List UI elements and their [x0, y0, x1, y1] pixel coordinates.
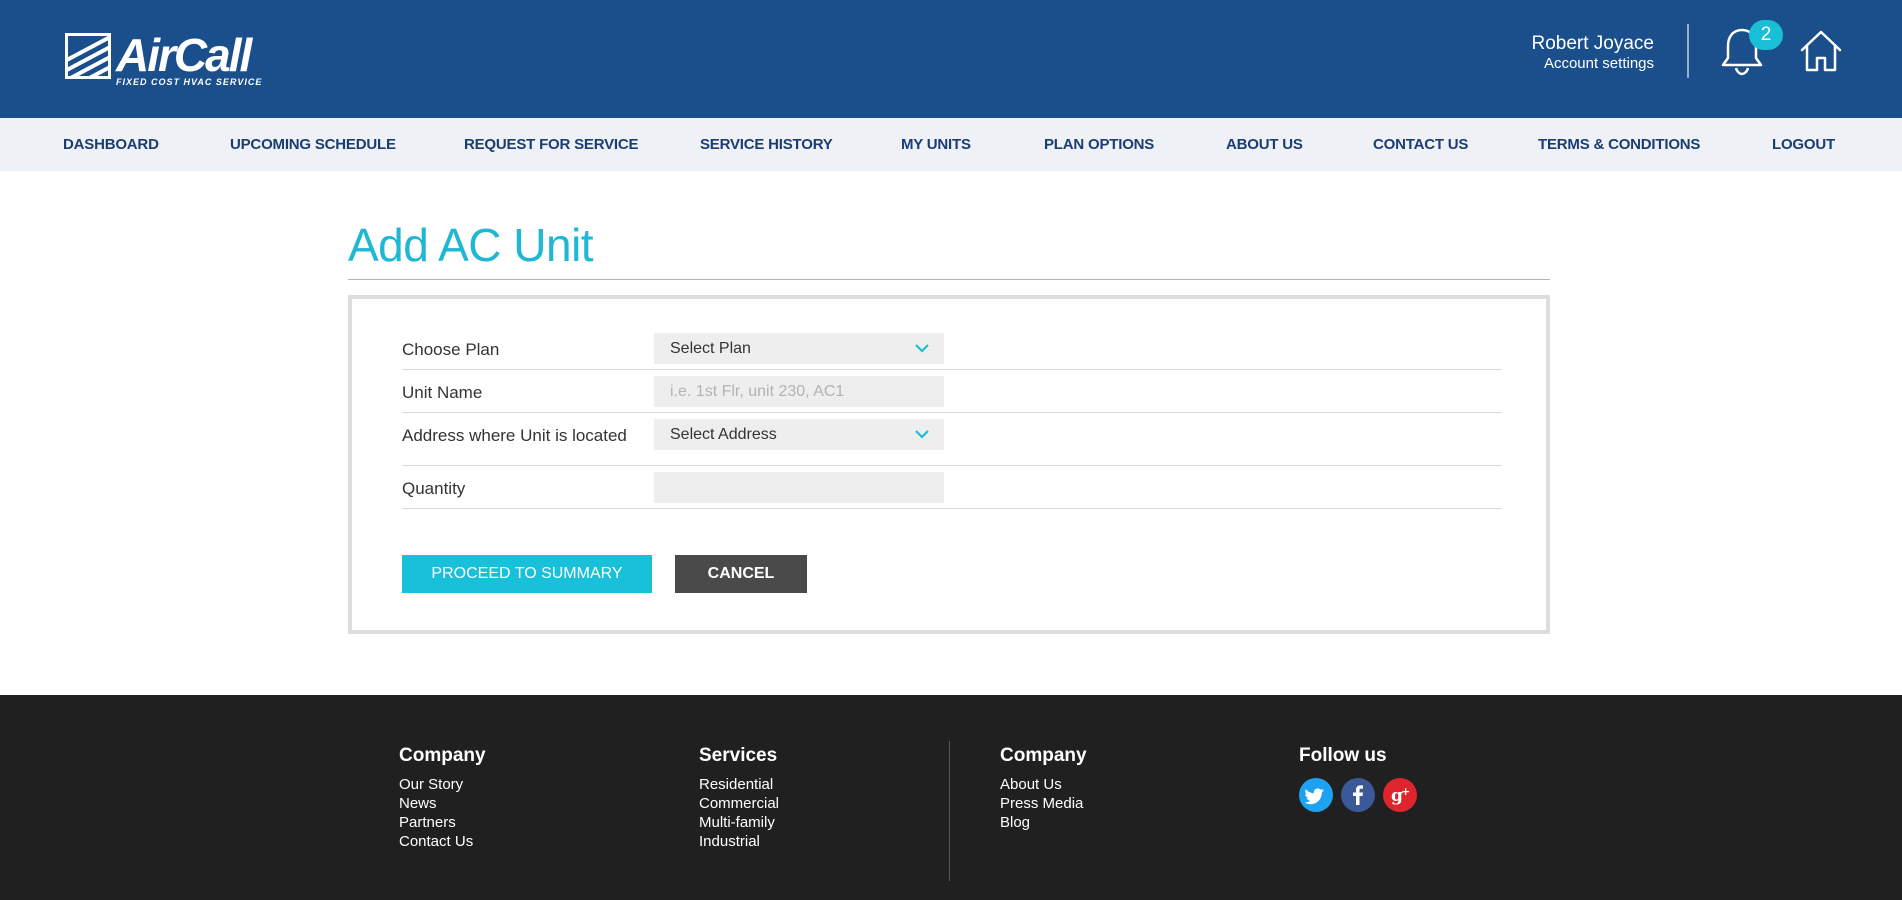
nav-terms-conditions[interactable]: TERMS & CONDITIONS — [1538, 118, 1700, 171]
brand-name: AirCall — [116, 29, 252, 81]
add-unit-form: Choose Plan Select Plan Unit Name Addres… — [348, 295, 1550, 634]
footer-services-column: Services Residential Commercial Multi-fa… — [699, 745, 779, 851]
footer-heading: Follow us — [1299, 745, 1387, 766]
footer-link-residential[interactable]: Residential — [699, 775, 779, 794]
footer-heading: Company — [1000, 745, 1087, 766]
address-select[interactable]: Select Address — [654, 419, 944, 450]
logo-mark-icon — [65, 33, 111, 79]
unit-name-label: Unit Name — [402, 383, 483, 402]
svg-text:+: + — [1401, 785, 1410, 798]
nav-my-units[interactable]: MY UNITS — [901, 118, 971, 171]
user-menu[interactable]: Robert Joyace Account settings — [1531, 33, 1654, 73]
footer-link-partners[interactable]: Partners — [399, 813, 486, 832]
quantity-label: Quantity — [402, 479, 466, 498]
nav-plan-options[interactable]: PLAN OPTIONS — [1044, 118, 1154, 171]
footer-link-commercial[interactable]: Commercial — [699, 794, 779, 813]
nav-request-for-service[interactable]: REQUEST FOR SERVICE — [464, 118, 638, 171]
plan-select[interactable]: Select Plan — [654, 333, 944, 364]
form-row-quantity: Quantity — [402, 466, 1502, 509]
facebook-icon[interactable] — [1341, 778, 1375, 812]
form-row-plan: Choose Plan Select Plan — [402, 327, 1502, 370]
chevron-down-icon — [915, 344, 929, 353]
footer-link-our-story[interactable]: Our Story — [399, 775, 486, 794]
nav-dashboard[interactable]: DASHBOARD — [63, 118, 159, 171]
footer-link-multi-family[interactable]: Multi-family — [699, 813, 779, 832]
home-icon[interactable] — [1798, 28, 1844, 74]
nav-about-us[interactable]: ABOUT US — [1226, 118, 1303, 171]
footer-link-contact-us[interactable]: Contact Us — [399, 832, 486, 851]
nav-upcoming-schedule[interactable]: UPCOMING SCHEDULE — [230, 118, 396, 171]
title-divider — [348, 279, 1550, 280]
footer-divider — [949, 741, 950, 881]
nav-contact-us[interactable]: CONTACT US — [1373, 118, 1468, 171]
form-row-address: Address where Unit is located Select Add… — [402, 413, 1502, 466]
nav-logout[interactable]: LOGOUT — [1772, 118, 1835, 171]
footer-link-blog[interactable]: Blog — [1000, 813, 1087, 832]
unit-name-input[interactable] — [670, 376, 944, 408]
logo-text: AirCall FIXED COST HVAC SERVICE — [116, 29, 263, 87]
address-select-value: Select Address — [670, 426, 777, 443]
brand-tagline: FIXED COST HVAC SERVICE — [116, 77, 263, 87]
account-settings-link[interactable]: Account settings — [1531, 55, 1654, 73]
footer-company-column: Company Our Story News Partners Contact … — [399, 745, 486, 851]
nav-service-history[interactable]: SERVICE HISTORY — [700, 118, 833, 171]
footer: Company Our Story News Partners Contact … — [0, 695, 1902, 900]
footer-heading: Services — [699, 745, 778, 766]
footer-follow-column: Follow us — [1299, 745, 1387, 775]
user-name: Robert Joyace — [1531, 33, 1654, 54]
footer-link-news[interactable]: News — [399, 794, 486, 813]
notification-badge: 2 — [1749, 20, 1783, 50]
quantity-field — [654, 472, 944, 504]
main-nav: DASHBOARD UPCOMING SCHEDULE REQUEST FOR … — [0, 118, 1902, 171]
header: AirCall FIXED COST HVAC SERVICE Robert J… — [0, 0, 1902, 118]
footer-link-press-media[interactable]: Press Media — [1000, 794, 1087, 813]
twitter-icon[interactable] — [1299, 778, 1333, 812]
footer-heading: Company — [399, 745, 486, 766]
page-title: Add AC Unit — [348, 219, 594, 271]
quantity-input[interactable] — [670, 472, 944, 504]
aircall-logo[interactable]: AirCall FIXED COST HVAC SERVICE — [65, 29, 263, 87]
proceed-to-summary-button[interactable]: PROCEED TO SUMMARY — [402, 555, 652, 593]
header-divider — [1687, 24, 1689, 78]
google-plus-icon[interactable]: g + — [1383, 778, 1417, 812]
unit-name-field — [654, 376, 944, 408]
choose-plan-label: Choose Plan — [402, 340, 500, 359]
cancel-button[interactable]: CANCEL — [675, 555, 807, 593]
footer-link-industrial[interactable]: Industrial — [699, 832, 779, 851]
plan-select-value: Select Plan — [670, 340, 751, 357]
address-label: Address where Unit is located — [402, 426, 627, 445]
footer-link-about-us[interactable]: About Us — [1000, 775, 1087, 794]
footer-company2-column: Company About Us Press Media Blog — [1000, 745, 1087, 832]
chevron-down-icon — [915, 430, 929, 439]
form-row-unit-name: Unit Name — [402, 370, 1502, 413]
